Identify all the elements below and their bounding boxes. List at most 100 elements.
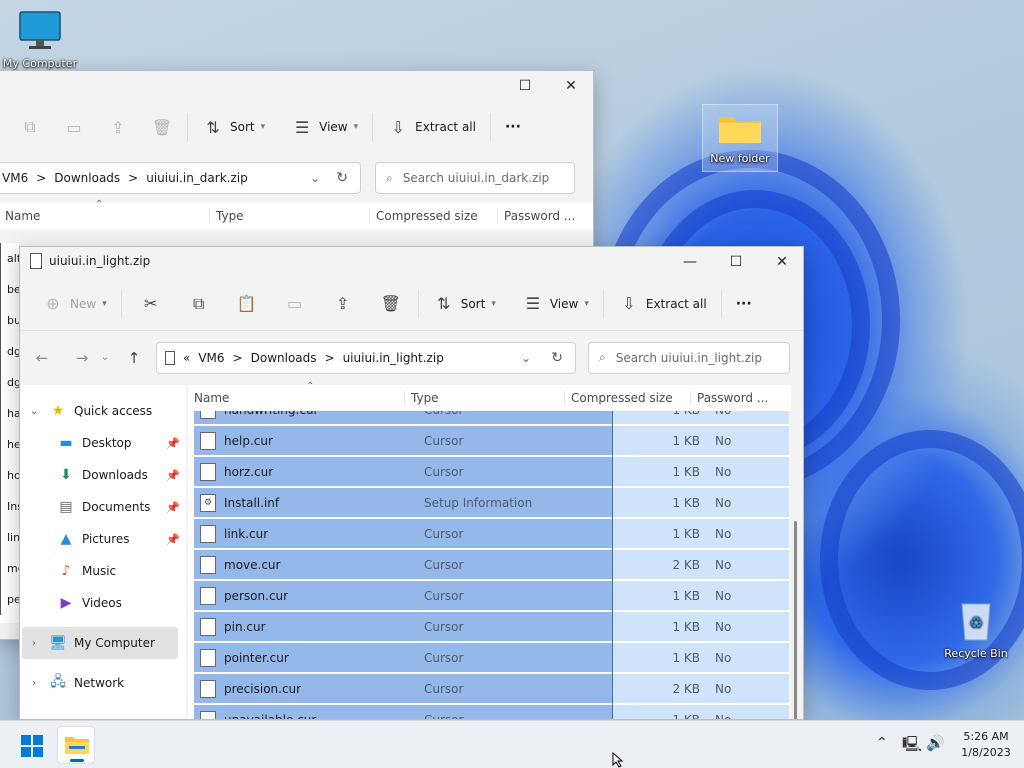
table-row[interactable]: handwriting.cur Cursor 1 KB No: [188, 411, 789, 424]
breadcrumb-overflow[interactable]: «: [183, 351, 190, 365]
copy-icon[interactable]: ⧉: [19, 117, 41, 137]
table-row[interactable]: ⚙ Install.inf Setup Information 1 KB No: [188, 488, 789, 517]
extract-all-button[interactable]: ⇩ Extract all: [608, 287, 717, 321]
refresh-icon[interactable]: ↻: [336, 170, 348, 186]
list-item[interactable]: lin: [0, 522, 19, 553]
up-arrow-icon[interactable]: ↑: [120, 349, 148, 367]
desktop-icon-new-folder[interactable]: New folder: [702, 104, 778, 172]
sidebar-item-videos[interactable]: ▶ Videos: [20, 587, 186, 619]
search-box[interactable]: ⌕ Search uiuiui.in_dark.zip: [375, 162, 575, 194]
breadcrumb-item[interactable]: Downloads: [251, 351, 317, 365]
list-item[interactable]: he: [0, 429, 19, 460]
chevron-down-icon[interactable]: ⌄: [30, 406, 38, 417]
pin-icon[interactable]: 📌: [166, 501, 180, 514]
list-item[interactable]: dg: [0, 367, 19, 398]
scrollbar-thumb[interactable]: [794, 521, 797, 719]
file-name-cell[interactable]: pin.cur: [194, 612, 612, 641]
chevron-down-icon[interactable]: ⌄: [310, 171, 320, 185]
column-name[interactable]: Name: [0, 209, 209, 223]
sidebar-item-documents[interactable]: ▤ Documents 📌: [20, 491, 186, 523]
list-item[interactable]: ho: [0, 460, 19, 491]
file-name-cell[interactable]: help.cur: [194, 426, 612, 455]
view-button[interactable]: ☰ View ▾: [512, 287, 599, 321]
column-password[interactable]: Password ...: [690, 391, 774, 405]
file-name-cell[interactable]: person.cur: [194, 581, 612, 610]
column-name[interactable]: Name: [188, 391, 404, 405]
list-item[interactable]: alt: [0, 243, 19, 274]
file-name-cell[interactable]: handwriting.cur: [194, 411, 612, 424]
pin-icon[interactable]: 📌: [166, 533, 180, 546]
forward-arrow-icon[interactable]: →: [68, 349, 96, 367]
maximize-button[interactable]: ☐: [713, 247, 759, 277]
sidebar-item-music[interactable]: ♪ Music: [20, 555, 186, 587]
list-item[interactable]: pe: [0, 584, 19, 615]
clock[interactable]: 5:26 AM 1/8/2023: [954, 729, 1018, 761]
table-row[interactable]: help.cur Cursor 1 KB No: [188, 426, 789, 455]
share-icon[interactable]: ⇪: [107, 118, 129, 137]
sidebar-item-network[interactable]: › 🖧 Network: [22, 667, 178, 699]
table-row[interactable]: link.cur Cursor 1 KB No: [188, 519, 789, 548]
back-arrow-icon[interactable]: ←: [28, 349, 56, 367]
pin-icon[interactable]: 📌: [166, 437, 180, 450]
column-type[interactable]: Type: [404, 391, 564, 405]
file-name-cell[interactable]: ⚙ Install.inf: [194, 488, 612, 517]
rename-icon[interactable]: ▭: [284, 294, 306, 313]
paste-icon[interactable]: 📋: [236, 294, 258, 313]
column-type[interactable]: Type: [209, 209, 369, 223]
more-options-button[interactable]: ···: [726, 287, 762, 321]
search-box[interactable]: ⌕ Search uiuiui.in_light.zip: [588, 341, 790, 374]
cut-icon[interactable]: ✂: [140, 294, 162, 313]
title-bar[interactable]: ☐ ✕: [0, 71, 593, 101]
desktop-icon-my-computer[interactable]: My Computer: [2, 10, 78, 70]
delete-icon[interactable]: 🗑: [380, 294, 402, 313]
list-item[interactable]: ha: [0, 398, 19, 429]
vertical-scrollbar[interactable]: [791, 411, 801, 719]
volume-icon[interactable]: 🔊: [926, 734, 945, 752]
sidebar-item-desktop[interactable]: ▬ Desktop 📌: [20, 427, 186, 459]
list-item[interactable]: be: [0, 274, 19, 305]
table-row[interactable]: person.cur Cursor 1 KB No: [188, 581, 789, 610]
file-name-cell[interactable]: horz.cur: [194, 457, 612, 486]
minimize-button[interactable]: —: [667, 247, 713, 277]
address-bar[interactable]: « VM6 > Downloads > uiuiui.in_light.zip …: [156, 341, 576, 374]
taskbar-file-explorer[interactable]: [57, 726, 95, 764]
pin-icon[interactable]: 📌: [166, 469, 180, 482]
explorer-window-light[interactable]: uiuiui.in_light.zip — ☐ ✕ ⊕ New ▾ ✂ ⧉ 📋 …: [19, 246, 804, 720]
recent-chevron-icon[interactable]: ⌄: [96, 352, 114, 363]
chevron-right-icon[interactable]: ›: [32, 638, 36, 649]
start-button[interactable]: [20, 734, 44, 758]
file-name-cell[interactable]: precision.cur: [194, 674, 612, 703]
table-row[interactable]: unavailable.cur Cursor 1 KB No: [188, 705, 789, 719]
sidebar-item-pictures[interactable]: ▲ Pictures 📌: [20, 523, 186, 555]
column-password[interactable]: Password ...: [497, 209, 579, 223]
column-compressed-size[interactable]: Compressed size: [369, 209, 497, 223]
show-hidden-icons-icon[interactable]: ⌃: [876, 735, 888, 751]
rename-icon[interactable]: ▭: [63, 118, 85, 137]
more-options-button[interactable]: ···: [495, 110, 531, 144]
file-list[interactable]: handwriting.cur Cursor 1 KB No help.cur Curso…: [188, 411, 789, 719]
sidebar-item-my-computer[interactable]: › 🖥 My Computer: [22, 627, 178, 659]
file-name-cell[interactable]: move.cur: [194, 550, 612, 579]
address-bar[interactable]: VM6 > Downloads > uiuiui.in_dark.zip ⌄ ↻: [0, 162, 361, 194]
breadcrumb-item[interactable]: VM6: [198, 351, 224, 365]
list-item[interactable]: Ins: [0, 491, 19, 522]
sort-button[interactable]: ⇅ Sort ▾: [423, 287, 506, 321]
table-row[interactable]: move.cur Cursor 2 KB No: [188, 550, 789, 579]
file-name-cell[interactable]: link.cur: [194, 519, 612, 548]
chevron-down-icon[interactable]: ⌄: [521, 351, 531, 365]
sort-button[interactable]: ⇅ Sort ▾: [192, 110, 275, 144]
maximize-button[interactable]: ☐: [502, 71, 548, 101]
close-button[interactable]: ✕: [548, 71, 593, 101]
sidebar-item-downloads[interactable]: ⬇ Downloads 📌: [20, 459, 186, 491]
delete-icon[interactable]: 🗑: [151, 118, 173, 137]
breadcrumb-item[interactable]: VM6: [2, 171, 28, 185]
file-name-cell[interactable]: pointer.cur: [194, 643, 612, 672]
close-button[interactable]: ✕: [759, 247, 803, 277]
share-icon[interactable]: ⇪: [332, 294, 354, 313]
new-button[interactable]: ⊕ New ▾: [32, 287, 117, 321]
breadcrumb-item[interactable]: Downloads: [54, 171, 120, 185]
network-status-icon[interactable]: 🖳: [902, 734, 922, 759]
breadcrumb-item[interactable]: uiuiui.in_dark.zip: [146, 171, 248, 185]
list-item[interactable]: mo: [0, 553, 19, 584]
list-item[interactable]: dg: [0, 336, 19, 367]
